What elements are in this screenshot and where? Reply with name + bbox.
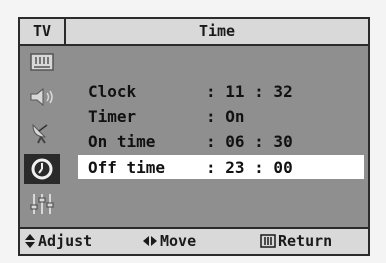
footer-return-hint: Return [260, 232, 332, 250]
footer-move-hint: Move [142, 232, 196, 250]
time-menu-list: Clock : 11 : 32 Timer : On On time : 06 … [72, 46, 364, 227]
menu-item-label: Timer [88, 107, 137, 126]
menu-item-clock[interactable]: Clock : 11 : 32 [78, 79, 364, 103]
time-clock-icon[interactable] [24, 154, 60, 184]
menu-item-label: On time [88, 132, 156, 151]
setup-sliders-icon[interactable] [24, 189, 60, 219]
left-right-arrows-icon [143, 236, 157, 246]
menu-item-label: Off time [88, 158, 166, 177]
up-down-arrows-icon [25, 234, 35, 248]
picture-icon[interactable] [24, 48, 60, 78]
menu-item-label: Clock [88, 82, 137, 101]
footer-adjust-hint: Adjust [24, 232, 92, 250]
footer-adjust-label: Adjust [38, 232, 93, 250]
menu-item-value: : 06 : 30 [206, 132, 293, 151]
sound-icon[interactable] [24, 82, 60, 112]
osd-menu-window: TV Time Clock: 11: 32 Timer: On On ti… [18, 17, 370, 256]
menu-header: TV Time [20, 19, 368, 46]
menu-item-value: : 23 : 00 [206, 158, 293, 177]
menu-return-icon [260, 234, 276, 248]
footer-return-label: Return [278, 232, 333, 250]
menu-title: Time [198, 22, 236, 40]
tv-label: TV [20, 19, 66, 44]
menu-item-value: : On [206, 107, 245, 126]
menu-footer: Adjust Move Return [20, 227, 368, 254]
footer-move-label: Move [160, 232, 197, 250]
menu-item-value: : 11 : 32 [206, 82, 293, 101]
channel-antenna-icon[interactable] [24, 118, 60, 148]
menu-item-on-time[interactable]: On time : 06 : 30 [78, 129, 364, 153]
menu-item-off-time[interactable]: Off time : 23 : 00 [78, 155, 364, 179]
menu-sidebar [20, 46, 66, 227]
menu-item-timer[interactable]: Timer : On [78, 104, 364, 128]
